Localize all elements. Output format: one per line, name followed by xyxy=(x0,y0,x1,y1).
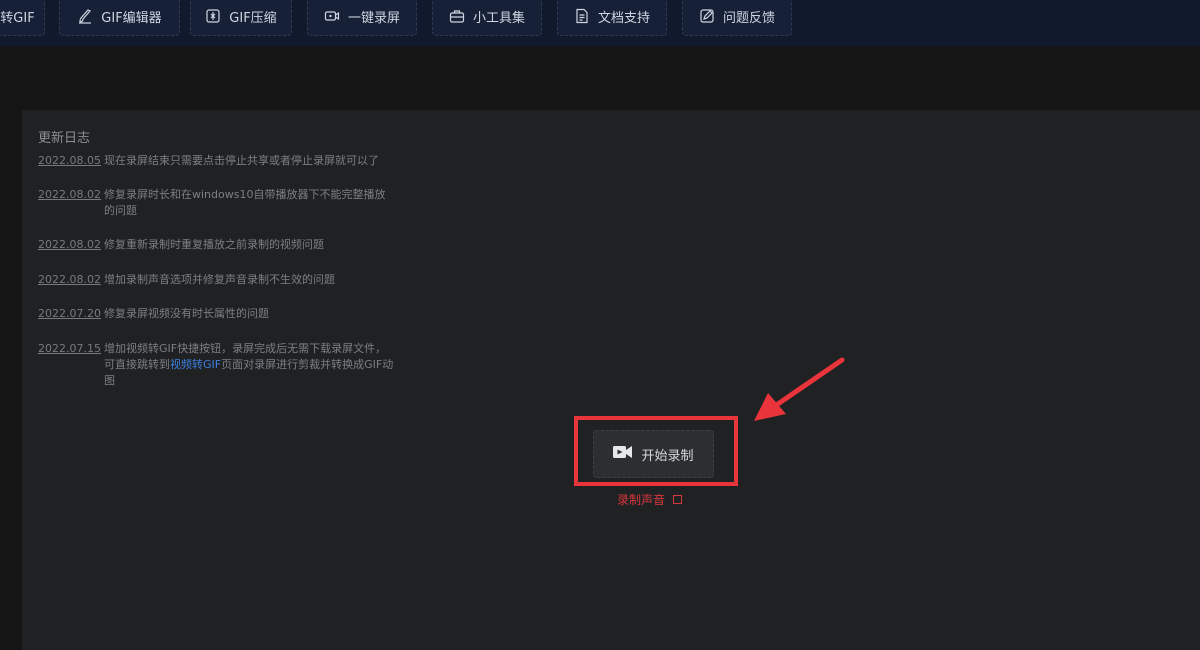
record-audio-option[interactable]: 录制声音 xyxy=(617,491,683,508)
annotation-arrow xyxy=(754,357,845,421)
record-audio-label: 录制声音 xyxy=(617,493,666,507)
record-audio-checkbox[interactable] xyxy=(673,495,683,504)
start-record-label: 开始录制 xyxy=(641,448,694,464)
video-camera-icon xyxy=(613,445,633,463)
start-record-button[interactable]: 开始录制 xyxy=(593,430,714,478)
